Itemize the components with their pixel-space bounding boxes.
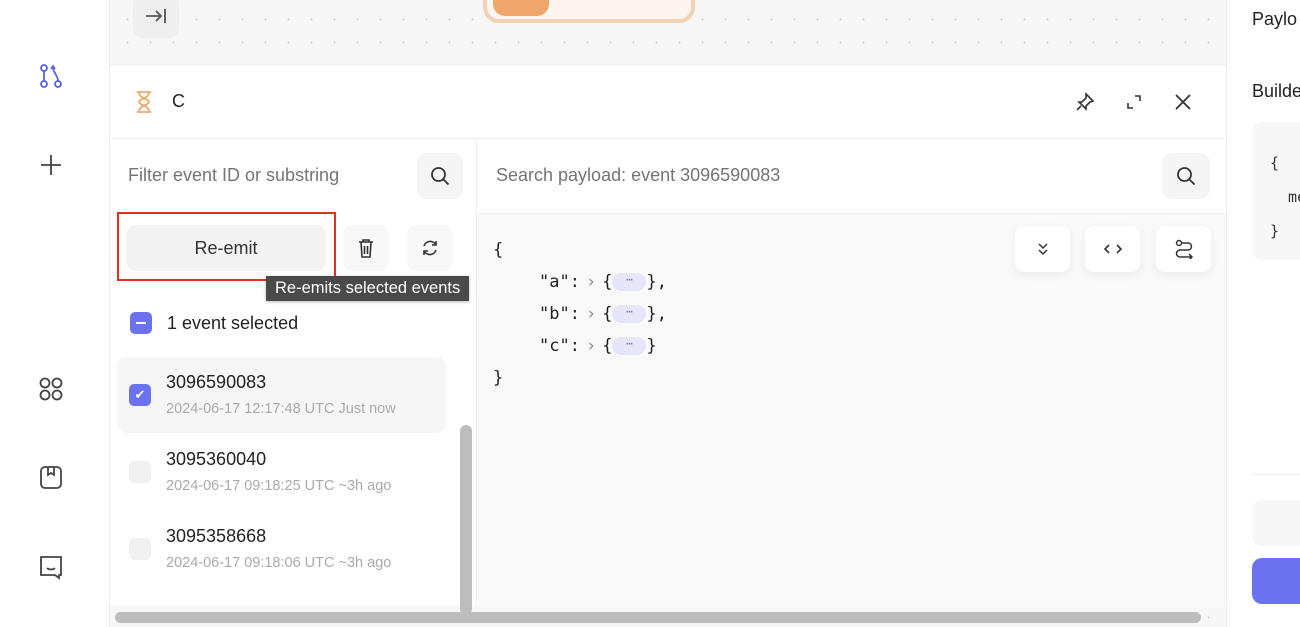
right-side-panel: Paylo Builde { me } xyxy=(1226,0,1300,627)
panel-title: C xyxy=(172,91,185,111)
route-icon xyxy=(1175,239,1193,259)
event-panel: C Re-emit 1 event selected ✔ 3096590083 … xyxy=(110,64,1226,615)
json-close-brace: } xyxy=(493,368,504,388)
json-key: "c": xyxy=(539,336,580,356)
plus-icon[interactable] xyxy=(36,150,66,180)
event-timestamp: 2024-06-17 09:18:25 UTC ~3h ago xyxy=(166,478,392,494)
collapse-all-button[interactable] xyxy=(1015,226,1070,272)
bookmark-icon[interactable] xyxy=(36,463,66,493)
chevrons-down-icon xyxy=(1037,243,1048,256)
highlight-box xyxy=(117,212,336,281)
expand-icon xyxy=(1127,95,1141,109)
event-id: 3095360040 xyxy=(166,449,267,469)
code-icon xyxy=(1103,244,1122,254)
workflow-node[interactable] xyxy=(483,0,695,23)
primary-button[interactable] xyxy=(1252,558,1300,604)
chevron-right-icon[interactable]: › xyxy=(586,336,596,356)
json-key: "b": xyxy=(539,304,580,324)
event-list-item[interactable]: 3095358668 2024-06-17 09:18:06 UTC ~3h a… xyxy=(117,511,446,587)
workflow-branch-icon[interactable] xyxy=(36,61,66,91)
selected-count: 1 event selected xyxy=(167,313,299,333)
code-view-button[interactable] xyxy=(1085,226,1140,272)
payload-label: Paylo xyxy=(1252,9,1298,29)
search-icon xyxy=(1177,167,1196,186)
refresh-icon xyxy=(423,240,437,256)
trash-icon xyxy=(359,239,373,258)
left-rail xyxy=(0,0,110,627)
chat-icon[interactable] xyxy=(36,552,66,582)
pin-button[interactable] xyxy=(1072,89,1098,115)
expand-button[interactable] xyxy=(1121,89,1147,115)
chevron-right-icon[interactable]: › xyxy=(586,304,596,324)
close-icon xyxy=(1175,94,1191,110)
payload-pane: { "a":›{⋯}, "b":›{⋯}, "c":›{⋯} } xyxy=(478,139,1226,606)
json-close: } xyxy=(646,336,657,356)
event-id: 3095358668 xyxy=(166,526,267,546)
json-open-brace: { xyxy=(493,240,504,260)
builder-label: Builde xyxy=(1252,81,1300,101)
arrow-right-to-line-icon xyxy=(146,9,166,23)
event-list-pane: Re-emit 1 event selected ✔ 3096590083 20… xyxy=(110,139,477,615)
event-list-item[interactable]: 3095360040 2024-06-17 09:18:25 UTC ~3h a… xyxy=(117,434,446,510)
divider xyxy=(1252,474,1300,475)
event-checkbox[interactable] xyxy=(129,461,151,483)
event-checkbox[interactable]: ✔ xyxy=(129,384,151,406)
horizontal-scrollbar[interactable] xyxy=(115,612,1201,623)
expand-pill[interactable]: ⋯ xyxy=(612,337,647,355)
filter-search-button[interactable] xyxy=(417,153,463,199)
node-icon-tag xyxy=(493,0,549,16)
select-all-checkbox[interactable] xyxy=(130,312,152,334)
json-node[interactable]: "c": ›{⋯} xyxy=(493,330,667,362)
event-filter-input[interactable] xyxy=(128,165,408,186)
payload-viewer: { "a": ›{⋯}, "b": ›{⋯}, "c": ›{⋯} } xyxy=(478,213,1226,606)
search-icon xyxy=(431,167,450,186)
event-list-item[interactable]: ✔ 3096590083 2024-06-17 12:17:48 UTC Jus… xyxy=(117,357,446,433)
event-timestamp: 2024-06-17 09:18:06 UTC ~3h ago xyxy=(166,555,392,571)
expand-pill[interactable]: ⋯ xyxy=(612,305,647,323)
panel-header: C xyxy=(110,65,1226,139)
json-key: "a": xyxy=(539,272,580,292)
pin-icon xyxy=(1076,92,1095,111)
event-id: 3096590083 xyxy=(166,372,267,392)
event-list-scrollbar[interactable] xyxy=(460,425,472,615)
event-timestamp: 2024-06-17 12:17:48 UTC Just now xyxy=(166,401,396,417)
delete-button[interactable] xyxy=(343,225,389,271)
transform-button[interactable] xyxy=(1156,226,1211,272)
payload-search-button[interactable] xyxy=(1162,153,1210,199)
builder-code[interactable]: { me } xyxy=(1252,122,1300,260)
refresh-button[interactable] xyxy=(407,225,453,271)
json-node[interactable]: "b": ›{⋯}, xyxy=(493,298,667,330)
payload-search-input[interactable] xyxy=(496,165,1096,186)
json-node[interactable]: "a": ›{⋯}, xyxy=(493,266,667,298)
event-checkbox[interactable] xyxy=(129,538,151,560)
expand-pill[interactable]: ⋯ xyxy=(612,273,647,291)
collapse-sidebar-button[interactable] xyxy=(133,0,179,38)
apps-icon[interactable] xyxy=(36,374,66,404)
json-close: }, xyxy=(646,304,667,324)
re-emit-tooltip: Re-emits selected events xyxy=(266,276,470,301)
json-close: }, xyxy=(646,272,667,292)
close-button[interactable] xyxy=(1170,89,1196,115)
side-input[interactable] xyxy=(1252,500,1300,546)
json-tree: { "a": ›{⋯}, "b": ›{⋯}, "c": ›{⋯} } xyxy=(493,234,667,394)
chevron-right-icon[interactable]: › xyxy=(586,272,596,292)
hourglass-icon xyxy=(135,91,153,118)
